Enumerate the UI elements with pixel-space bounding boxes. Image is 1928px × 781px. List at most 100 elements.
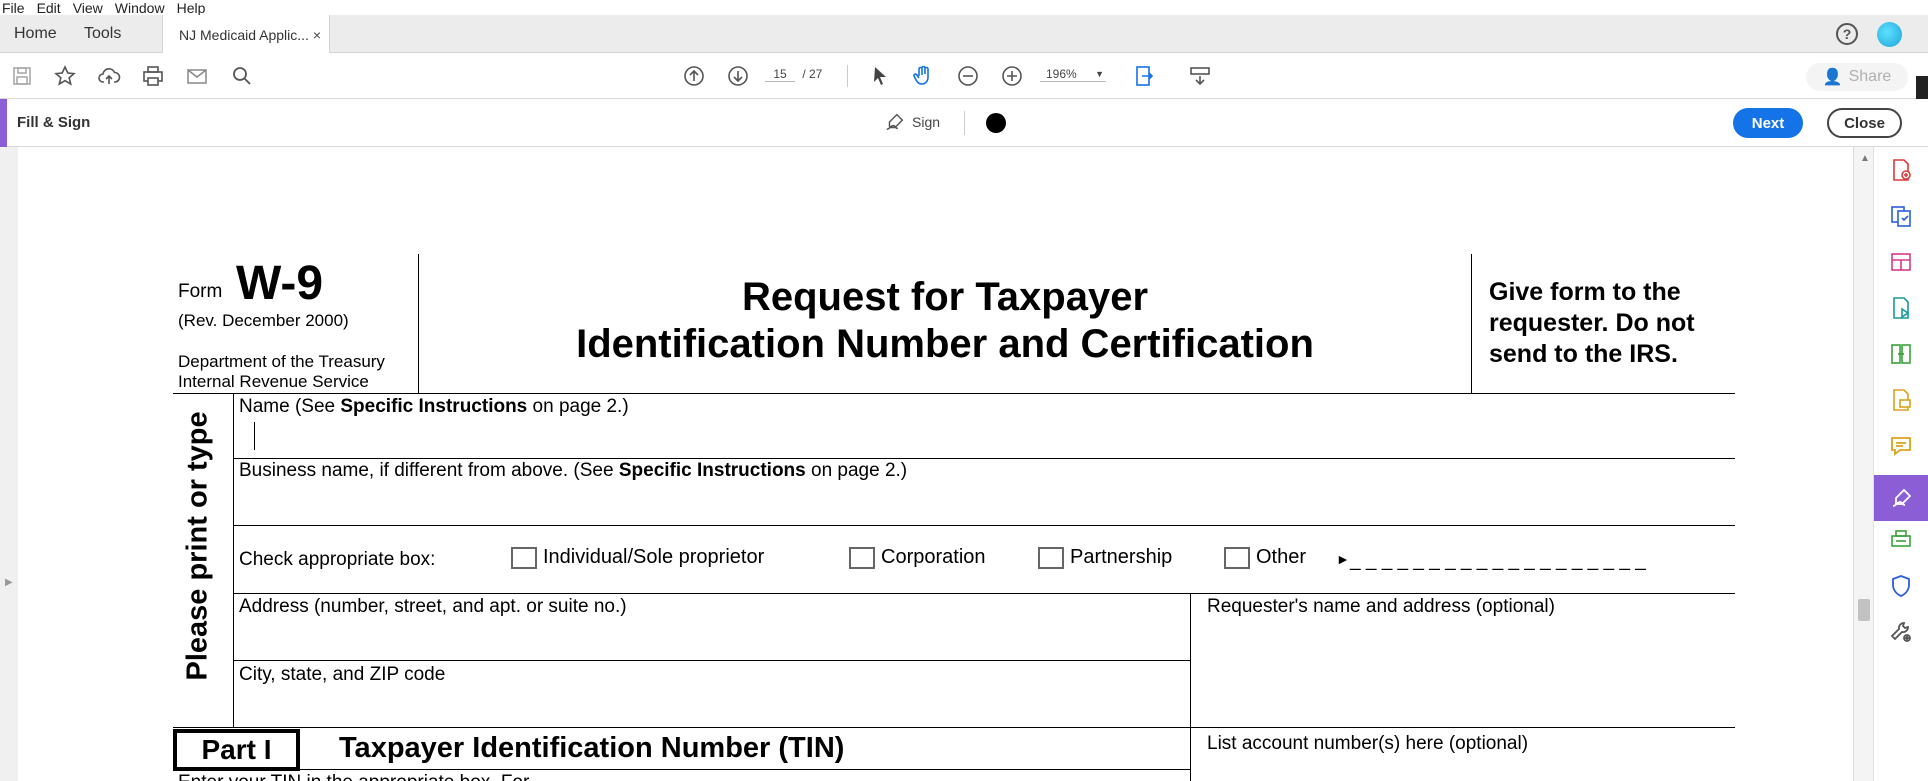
send-for-signature-icon[interactable] [1888,527,1914,553]
address-row-rule [233,660,1190,661]
checkbox-other-box[interactable] [1224,546,1250,569]
ink-color-swatch[interactable] [986,113,1006,133]
city-input[interactable] [240,688,1188,726]
header-divider-left [418,254,419,394]
checkbox-corporation-box[interactable] [849,546,875,569]
protect-shield-icon[interactable] [1888,573,1914,599]
checkbox-partnership-label: Partnership [1070,546,1173,569]
requester-input[interactable] [1196,620,1732,724]
requester-label: Requester's name and address (optional) [1207,596,1555,617]
edit-pdf-icon[interactable] [1888,295,1914,321]
city-row-rule [173,727,1735,728]
tin-heading-rule [173,769,1190,770]
page-total: / 27 [802,67,823,81]
zoom-in-icon[interactable] [999,63,1025,89]
checkbox-individual[interactable]: Individual/Sole proprietor [511,546,764,569]
vertical-label-divider [233,393,234,727]
menu-view[interactable]: View [73,1,103,15]
pen-sign-icon [886,113,904,131]
save-icon[interactable] [9,63,35,89]
name-label-post: on page 2.) [527,396,629,417]
right-tools-panel [1873,147,1928,781]
previous-page-icon[interactable] [681,63,707,89]
dept-line-2: Internal Revenue Service [178,372,369,391]
biz-label-pre: Business name, if different from above. … [239,460,619,481]
scroll-up-icon[interactable]: ▲ [1860,153,1870,164]
checkbox-partnership[interactable]: Partnership [1038,546,1172,569]
tab-document-title: NJ Medicaid Applic... [179,26,309,43]
business-name-input[interactable] [240,484,1730,524]
comment-doc-icon[interactable] [1888,387,1914,413]
profile-icon[interactable] [1877,22,1902,47]
tab-document[interactable]: NJ Medicaid Applic... × [162,15,330,54]
address-label: Address (number, street, and apt. or sui… [239,596,627,617]
tin-heading: Taxpayer Identification Number (TIN) [339,732,845,764]
tab-close-icon[interactable]: × [313,27,321,43]
next-button[interactable]: Next [1733,108,1803,138]
sign-button[interactable]: Sign [884,111,940,133]
chevron-down-icon: ▼ [1095,69,1104,79]
menu-help[interactable]: Help [177,1,206,15]
form-title-line-1: Request for Taxpayer [741,275,1149,319]
tab-home[interactable]: Home [14,15,57,53]
sign-label: Sign [912,114,941,130]
requester-divider [1190,593,1191,781]
header-divider-right [1471,254,1472,394]
text-cursor [254,422,255,450]
create-pdf-icon[interactable] [1888,203,1914,229]
export-pdf-icon[interactable] [1888,157,1914,183]
scroll-mode-icon[interactable] [1187,63,1213,89]
tab-tools[interactable]: Tools [84,15,121,53]
expand-arrow-icon: ▶ [5,577,13,588]
bookmark-star-icon[interactable] [52,63,78,89]
hand-tool-icon[interactable] [910,63,936,89]
share-user-icon: 👤 [1822,69,1843,86]
vertical-scrollbar[interactable]: ▲ [1853,147,1873,781]
share-button[interactable]: 👤 Share [1806,63,1908,91]
close-button[interactable]: Close [1827,108,1902,138]
zoom-out-icon[interactable] [955,63,981,89]
comment-icon[interactable] [1888,433,1914,459]
checkbox-other[interactable]: Other [1224,546,1306,569]
combine-files-icon[interactable] [1888,341,1914,367]
more-tools-wrench-icon[interactable] [1888,619,1914,645]
part-one-label: Part I [173,729,300,771]
zoom-level-select[interactable]: 196% ▼ [1040,67,1106,82]
biz-label-bold: Specific Instructions [618,460,806,481]
name-field-label: Name (See Specific Instructions on page … [239,396,629,418]
name-input-field[interactable] [240,420,1730,456]
left-panel-toggle[interactable]: ▶ [0,147,18,781]
name-row-rule [233,458,1735,459]
help-icon[interactable]: ? [1836,23,1858,45]
menu-file[interactable]: File [2,1,25,15]
checkbox-partnership-box[interactable] [1038,546,1064,569]
cloud-upload-icon[interactable] [96,63,122,89]
scrollbar-thumb[interactable] [1858,599,1870,621]
next-page-icon[interactable] [725,63,751,89]
checkbox-individual-box[interactable] [511,546,537,569]
organize-pages-icon[interactable] [1888,249,1914,275]
tin-instructions: Enter your TIN in the appropriate box. F… [178,772,529,781]
address-input[interactable] [240,620,1188,660]
fill-sign-title: Fill & Sign [17,114,91,131]
select-cursor-icon[interactable] [867,63,893,89]
fill-sign-tool-icon[interactable] [1874,475,1928,521]
business-row-rule [233,525,1735,526]
fill-sign-bar: Fill & Sign Sign [0,99,1928,147]
biz-label-post: on page 2.) [805,460,908,481]
menu-window[interactable]: Window [115,1,165,15]
other-specify-field[interactable]: _ _ _ _ _ _ _ _ _ _ _ _ _ _ _ _ _ _ _ [1350,550,1646,572]
email-icon[interactable] [184,63,210,89]
share-label: Share [1848,68,1892,85]
fit-page-icon[interactable] [1133,63,1159,89]
give-form-line-3: send to the IRS. [1489,340,1678,368]
menu-edit[interactable]: Edit [37,1,61,15]
checkbox-corporation[interactable]: Corporation [849,546,986,569]
page-number-input[interactable]: 15 [765,67,795,82]
print-icon[interactable] [140,63,166,89]
name-label-bold: Specific Instructions [340,396,528,417]
give-form-line-1: Give form to the [1489,278,1681,306]
fill-sign-accent [0,99,7,147]
check-box-label: Check appropriate box: [239,549,436,570]
search-icon[interactable] [229,63,255,89]
